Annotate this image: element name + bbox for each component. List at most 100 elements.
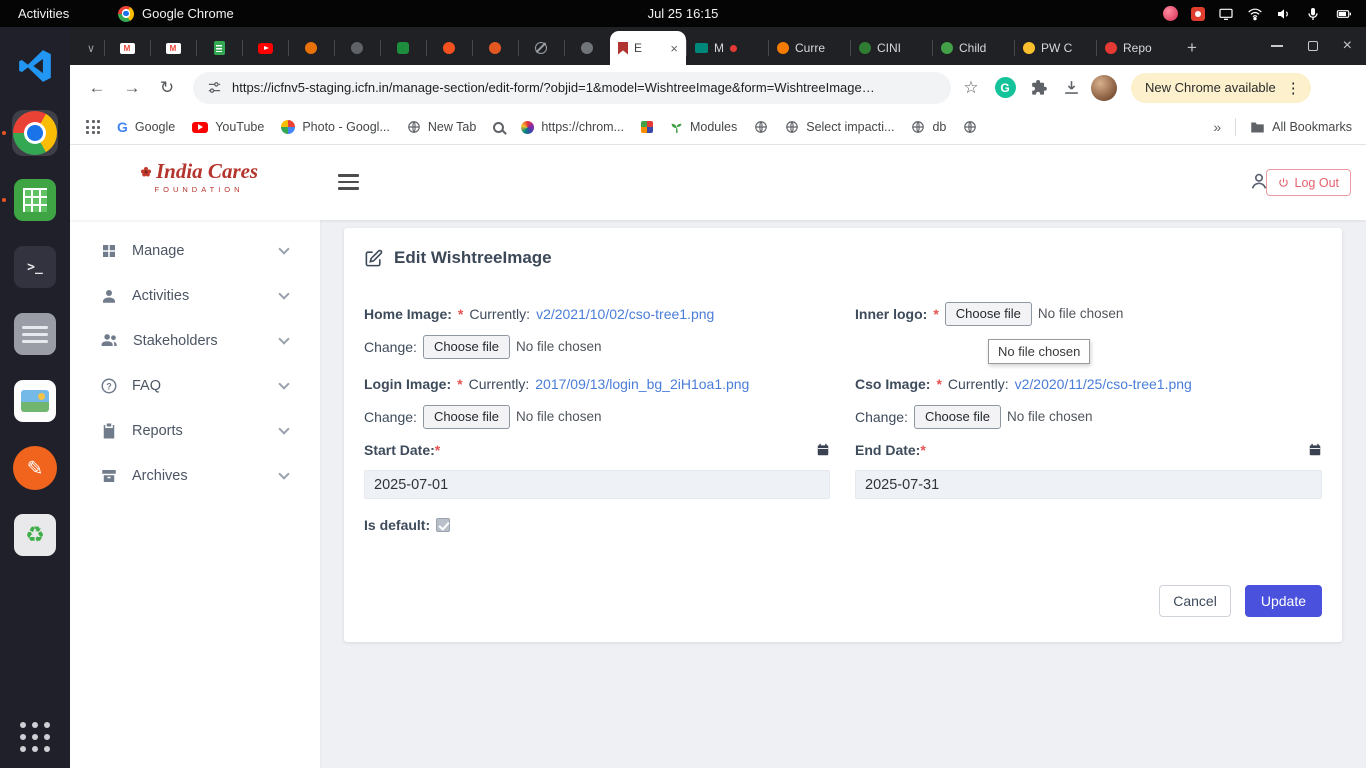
bookmark-google[interactable]: GGoogle — [117, 119, 175, 135]
activities-button[interactable]: Activities — [18, 6, 69, 21]
volume-icon[interactable] — [1276, 6, 1292, 22]
tab-dark-site[interactable] — [334, 31, 380, 65]
tab-pw[interactable]: PW C — [1014, 31, 1096, 65]
apps-grid-icon[interactable] — [86, 120, 100, 134]
all-bookmarks-button[interactable]: All Bookmarks — [1250, 120, 1352, 134]
address-bar[interactable]: https://icfnv5-staging.icfn.in/manage-se… — [193, 72, 951, 104]
sidebar-item-activities[interactable]: Activities — [70, 273, 320, 318]
forward-button[interactable]: → — [117, 73, 147, 103]
bookmark-photos[interactable]: Photo - Googl... — [281, 120, 390, 134]
battery-icon[interactable] — [1334, 6, 1354, 22]
tab-repo[interactable]: Repo — [1096, 31, 1178, 65]
system-tray[interactable] — [1163, 6, 1354, 22]
tab-youtube[interactable] — [242, 31, 288, 65]
minimize-button[interactable] — [1271, 45, 1283, 47]
youtube-icon — [258, 43, 273, 54]
tab-blocked-site[interactable] — [518, 31, 564, 65]
login-image-current-link[interactable]: 2017/09/13/login_bg_2iH1oa1.png — [535, 376, 749, 392]
start-date-input[interactable] — [364, 470, 830, 499]
dock-item-sync-app[interactable]: ♻ — [12, 512, 58, 558]
sidebar-item-stakeholders[interactable]: Stakeholders — [70, 318, 320, 363]
site-info-icon[interactable] — [207, 80, 222, 95]
bookmark-star-icon[interactable]: ☆ — [956, 73, 986, 103]
is-default-checkbox[interactable] — [436, 518, 450, 532]
calendar-icon[interactable] — [1308, 443, 1322, 457]
tab-curre[interactable]: Curre — [768, 31, 850, 65]
site-favicon — [305, 42, 317, 54]
site-logo[interactable]: India Cares FOUNDATION — [140, 159, 258, 194]
tab-gmail-2[interactable] — [150, 31, 196, 65]
dock-item-remote-app[interactable] — [12, 311, 58, 357]
logout-button[interactable]: Log Out — [1266, 169, 1351, 196]
show-applications-button[interactable] — [20, 722, 50, 752]
downloads-icon[interactable] — [1057, 74, 1085, 102]
bookmark-chrome-link[interactable]: https://chrom... — [521, 120, 624, 134]
bookmark-search[interactable] — [493, 122, 504, 133]
maximize-button[interactable] — [1308, 41, 1318, 51]
tab-search-button[interactable]: ∨ — [78, 31, 104, 65]
close-tab-icon[interactable]: × — [670, 42, 678, 55]
bookmark-globe-2[interactable] — [963, 120, 977, 134]
sidebar-item-faq[interactable]: ? FAQ — [70, 363, 320, 408]
calendar-icon[interactable] — [816, 443, 830, 457]
bookmark-db[interactable]: db — [911, 120, 946, 134]
inner-logo-choose-file-button[interactable]: Choose file — [945, 302, 1032, 326]
new-tab-button[interactable]: + — [1178, 31, 1206, 65]
tab-gmail-1[interactable] — [104, 31, 150, 65]
bookmark-globe-1[interactable] — [754, 120, 768, 134]
microphone-icon[interactable] — [1305, 6, 1321, 22]
end-date-input[interactable] — [855, 470, 1322, 499]
bookmark-youtube[interactable]: YouTube — [192, 120, 264, 134]
screenshot-icon[interactable] — [1191, 7, 1205, 21]
dock-item-pen-app[interactable]: ✎ — [12, 445, 58, 491]
grammarly-extension-icon[interactable]: G — [991, 74, 1019, 102]
bookmarks-overflow-button[interactable]: » — [1213, 119, 1221, 135]
tab-cini[interactable]: CINI — [850, 31, 932, 65]
tab-green-site[interactable] — [380, 31, 426, 65]
back-button[interactable]: ← — [82, 73, 112, 103]
dock-item-vscode[interactable] — [12, 43, 58, 89]
close-window-button[interactable]: × — [1343, 38, 1352, 54]
tab-crab-site[interactable] — [472, 31, 518, 65]
tab-sheets[interactable] — [196, 31, 242, 65]
reload-button[interactable]: ↻ — [152, 73, 182, 103]
tab-meet[interactable]: M — [686, 31, 768, 65]
profile-avatar[interactable] — [1090, 74, 1118, 102]
form-actions: Cancel Update — [1159, 585, 1322, 617]
browser-menu-icon[interactable]: ⋮ — [1286, 79, 1301, 97]
tab-dark-site-2[interactable] — [564, 31, 610, 65]
hamburger-menu-icon[interactable] — [338, 174, 359, 190]
clock[interactable]: Jul 25 16:15 — [648, 6, 719, 21]
cso-image-current-link[interactable]: v2/2020/11/25/cso-tree1.png — [1015, 376, 1192, 392]
update-button[interactable]: Update — [1245, 585, 1322, 617]
bookmark-new-tab[interactable]: New Tab — [407, 120, 476, 134]
url-text[interactable]: https://icfnv5-staging.icfn.in/manage-se… — [232, 80, 875, 95]
home-image-current-link[interactable]: v2/2021/10/02/cso-tree1.png — [536, 306, 714, 322]
dock-item-chrome[interactable] — [12, 110, 58, 156]
network-icon[interactable] — [1247, 6, 1263, 22]
bookmark-select-impact[interactable]: Select impacti... — [785, 120, 894, 134]
is-default-label: Is default: — [364, 517, 430, 533]
tab-child[interactable]: Child — [932, 31, 1014, 65]
tab-orange-site[interactable] — [288, 31, 334, 65]
bookmark-pixel[interactable] — [641, 121, 653, 133]
dock-item-spreadsheet[interactable] — [12, 177, 58, 223]
tab-deep-orange-site[interactable] — [426, 31, 472, 65]
login-image-choose-file-button[interactable]: Choose file — [423, 405, 510, 429]
cancel-button[interactable]: Cancel — [1159, 585, 1231, 617]
sidebar-item-manage[interactable]: Manage — [70, 228, 320, 273]
cso-image-row: Cso Image:* Currently: v2/2020/11/25/cso… — [855, 376, 1192, 392]
chrome-update-pill[interactable]: New Chrome available ⋮ — [1131, 73, 1311, 103]
cso-image-choose-file-button[interactable]: Choose file — [914, 405, 1001, 429]
active-tab[interactable]: E × — [610, 31, 686, 65]
sidebar-item-archives[interactable]: Archives — [70, 453, 320, 498]
extensions-puzzle-icon[interactable] — [1024, 74, 1052, 102]
home-image-choose-file-button[interactable]: Choose file — [423, 335, 510, 359]
dock-item-terminal[interactable]: >_ — [12, 244, 58, 290]
bookmark-modules[interactable]: Modules — [670, 120, 737, 134]
focused-app-indicator[interactable]: Google Chrome — [118, 6, 234, 22]
recorder-icon[interactable] — [1163, 6, 1178, 21]
sidebar-item-reports[interactable]: Reports — [70, 408, 320, 453]
display-cast-icon[interactable] — [1218, 6, 1234, 22]
dock-item-image-viewer[interactable] — [12, 378, 58, 424]
